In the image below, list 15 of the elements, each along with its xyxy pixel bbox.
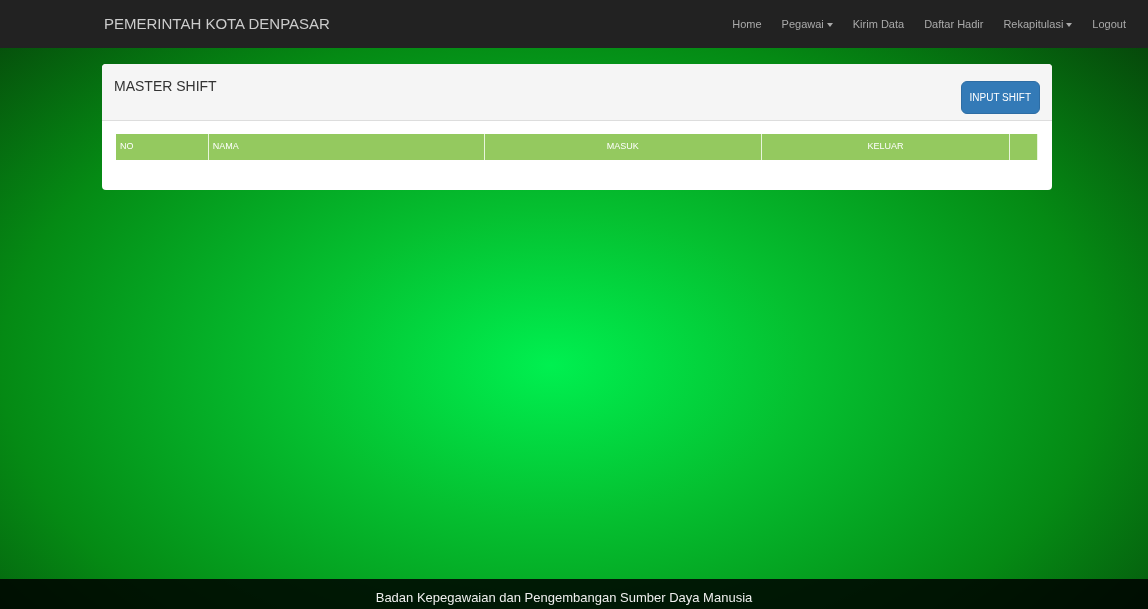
panel-title: MASTER SHIFT xyxy=(114,77,217,96)
brand-title[interactable]: PEMERINTAH KOTA DENPASAR xyxy=(104,12,330,36)
column-header xyxy=(1009,134,1038,160)
column-header: MASUK xyxy=(484,134,761,160)
nav-link[interactable]: Home xyxy=(722,15,772,33)
nav-link[interactable]: Rekapitulasi xyxy=(993,15,1083,33)
column-header: NO xyxy=(116,134,209,160)
input-shift-button[interactable]: INPUT SHIFT xyxy=(960,81,1040,114)
nav-link[interactable]: Pegawai xyxy=(771,15,843,33)
nav-link[interactable]: Logout xyxy=(1082,15,1136,33)
footer-text: Badan Kepegawaian dan Pengembangan Sumber Daya Manusia xyxy=(375,588,753,607)
nav-link[interactable]: Kirim Data xyxy=(842,15,915,33)
column-header: KELUAR xyxy=(761,134,1010,160)
nav-link[interactable]: Daftar Hadir xyxy=(914,15,994,33)
column-header: NAMA xyxy=(208,134,485,160)
